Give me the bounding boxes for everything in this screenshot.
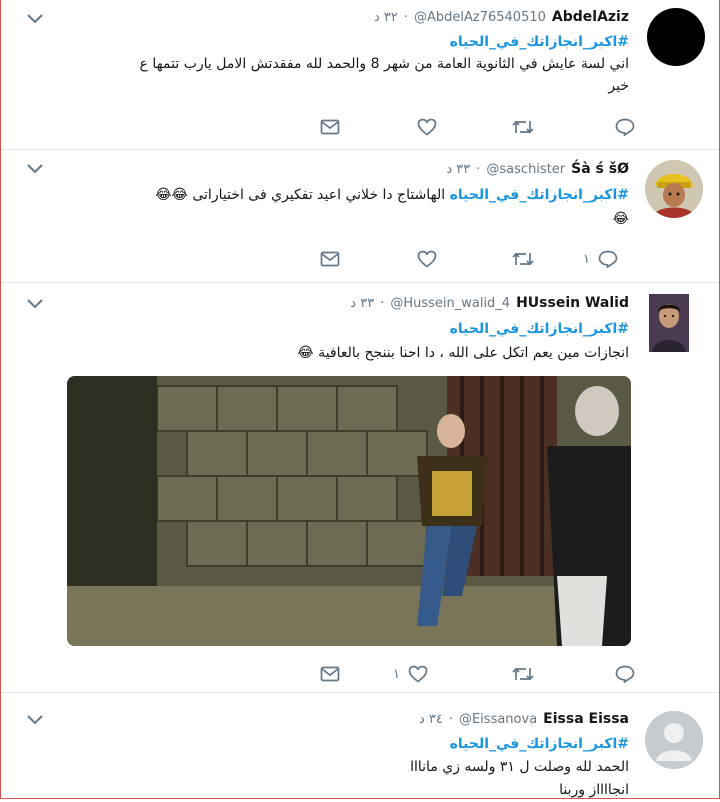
- separator-dot: ·: [448, 711, 453, 727]
- avatar[interactable]: [649, 294, 689, 352]
- retweet-button[interactable]: [512, 663, 534, 685]
- chevron-down-icon[interactable]: [27, 299, 43, 309]
- tweet-text-line: انجازات مين يعم اتكل على الله ، دا احنا …: [297, 345, 629, 361]
- chevron-down-icon[interactable]: [27, 14, 43, 24]
- reply-count: ١: [583, 251, 590, 267]
- separator-dot: ·: [476, 161, 481, 177]
- user-handle[interactable]: @Eissanova: [459, 712, 537, 727]
- dm-button[interactable]: [320, 116, 340, 138]
- avatar[interactable]: [647, 8, 705, 66]
- hashtag-link[interactable]: #اكبر_انجازاتك_في_الحياه: [41, 733, 629, 756]
- movie-scene-image: [67, 376, 631, 646]
- heart-icon: [408, 665, 428, 683]
- reply-icon: [598, 250, 618, 268]
- timestamp[interactable]: ٣٤ د: [419, 712, 443, 727]
- hashtag-link[interactable]: #اكبر_انجازاتك_في_الحياه: [41, 317, 629, 341]
- dm-button[interactable]: [320, 663, 340, 685]
- tweet-text: #اكبر_انجازاتك_في_الحياه الهاشتاج دا خلا…: [41, 183, 629, 231]
- envelope-icon: [320, 251, 340, 267]
- hashtag-link[interactable]: #اكبر_انجازاتك_في_الحياه: [450, 187, 629, 203]
- avatar[interactable]: [645, 160, 703, 218]
- retweet-icon: [512, 120, 534, 134]
- avatar[interactable]: [645, 711, 703, 769]
- tweet-text-line: خير: [608, 78, 629, 94]
- person-yellow-hat-icon: [645, 160, 703, 218]
- like-count: ١: [393, 666, 400, 682]
- retweet-button[interactable]: [512, 248, 534, 270]
- reply-button[interactable]: ١: [583, 248, 618, 270]
- display-name[interactable]: Eissa Eissa: [543, 711, 629, 727]
- retweet-button[interactable]: [512, 116, 534, 138]
- tweet-actions: ١: [1, 248, 719, 274]
- tweet[interactable]: Eissa Eissa @Eissanova · ٣٤ د #اكبر_انجا…: [1, 693, 719, 800]
- retweet-icon: [512, 252, 534, 266]
- reply-icon: [615, 118, 635, 136]
- tweet-header: Śà ś šØ @saschister · ٣٣ د: [446, 158, 629, 180]
- tweet-header: HUssein Walid @Hussein_walid_4 · ٣٣ د: [350, 292, 629, 314]
- tweet-text: #اكبر_انجازاتك_في_الحياه الحمد لله وصلت …: [41, 733, 629, 802]
- heart-icon: [417, 250, 437, 268]
- chevron-down-icon[interactable]: [27, 715, 43, 725]
- tweet-actions: [1, 116, 719, 142]
- separator-dot: ·: [380, 295, 385, 311]
- reply-icon: [615, 665, 635, 683]
- tweet-actions: ١: [1, 663, 719, 689]
- like-button[interactable]: [417, 116, 445, 138]
- tweet-text: #اكبر_انجازاتك_في_الحياه اني لسة عايش في…: [41, 31, 629, 97]
- tweet[interactable]: HUssein Walid @Hussein_walid_4 · ٣٣ د #ا…: [1, 283, 719, 693]
- tweet-text-line: الحمد لله وصلت ل ٣١ ولسه زي مانااا: [410, 759, 629, 775]
- tweet-text-line: انجااااز وربنا: [559, 782, 629, 798]
- retweet-icon: [512, 667, 534, 681]
- display-name[interactable]: AbdelAziz: [552, 9, 629, 25]
- timestamp[interactable]: ٣٣ د: [446, 162, 470, 177]
- display-name[interactable]: HUssein Walid: [516, 295, 629, 311]
- chevron-down-icon[interactable]: [27, 164, 43, 174]
- display-name[interactable]: Śà ś šØ: [571, 161, 629, 177]
- tweet[interactable]: Śà ś šØ @saschister · ٣٣ د #اكبر_انجازات…: [1, 150, 719, 283]
- tweet-text-line: 😂: [612, 211, 629, 227]
- like-button[interactable]: [417, 248, 445, 270]
- user-handle[interactable]: @Hussein_walid_4: [390, 296, 510, 311]
- separator-dot: ·: [403, 9, 408, 25]
- heart-icon: [417, 118, 437, 136]
- tweet-header: Eissa Eissa @Eissanova · ٣٤ د: [419, 708, 629, 730]
- reply-button[interactable]: [607, 116, 635, 138]
- reply-button[interactable]: [607, 663, 635, 685]
- envelope-icon: [320, 119, 340, 135]
- like-button[interactable]: ١: [393, 663, 428, 685]
- tweet-header: AbdelAziz @AbdelAz76540510 · ٣٢ د: [374, 6, 629, 28]
- user-handle[interactable]: @saschister: [486, 162, 565, 177]
- tweet-media-image[interactable]: [67, 376, 631, 646]
- timestamp[interactable]: ٣٣ د: [350, 296, 374, 311]
- tweet[interactable]: AbdelAziz @AbdelAz76540510 · ٣٢ د #اكبر_…: [1, 0, 719, 150]
- young-man-icon: [649, 294, 689, 352]
- timestamp[interactable]: ٣٢ د: [374, 10, 398, 25]
- dm-button[interactable]: [320, 248, 340, 270]
- tweet-text-line: الهاشتاج دا خلاني اعيد تفكيري فى اختيارا…: [155, 187, 446, 203]
- tweet-text-line: اني لسة عايش في الثانوية العامة من شهر 8…: [139, 56, 629, 72]
- hashtag-link[interactable]: #اكبر_انجازاتك_في_الحياه: [41, 31, 629, 53]
- user-handle[interactable]: @AbdelAz76540510: [414, 10, 546, 25]
- tweet-text: #اكبر_انجازاتك_في_الحياه انجازات مين يعم…: [41, 317, 629, 365]
- default-silhouette-icon: [645, 711, 703, 769]
- envelope-icon: [320, 666, 340, 682]
